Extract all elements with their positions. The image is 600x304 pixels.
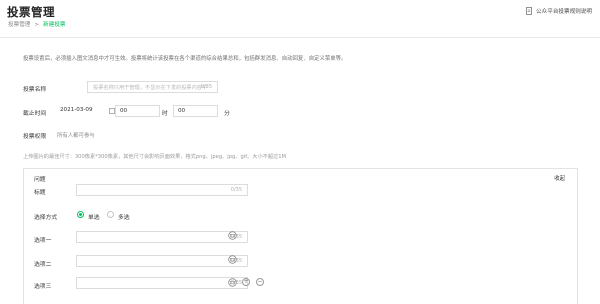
option-3-label: 选项三	[34, 284, 52, 290]
document-icon	[526, 7, 532, 15]
rules-link-label: 公众平台投票规则说明	[536, 9, 592, 15]
deadline-date-picker[interactable]: 2021-03-09	[56, 105, 115, 117]
image-upload-icon[interactable]	[228, 231, 237, 240]
breadcrumb: 投票管理 > 新建投票	[8, 20, 65, 28]
vote-name-input[interactable]: 投票名称只用于管理，不显示在下发的投票内容中 0/35	[87, 81, 218, 93]
option-1-input[interactable]: 0/35	[76, 231, 248, 243]
hour-unit: 时	[162, 111, 168, 117]
deadline-minute-value: 00	[178, 108, 186, 114]
question-panel: 问题 收起 标题 0/35 选择方式 单选 多选 选项一 0/35 选项二 0/…	[23, 168, 578, 304]
permission-value: 所有人都可参与	[57, 133, 95, 139]
multi-choice-radio[interactable]	[107, 211, 114, 218]
deadline-date-value: 2021-03-09	[60, 107, 93, 113]
minute-unit: 分	[224, 111, 230, 117]
header-divider	[0, 37, 600, 38]
deadline-hour-input[interactable]: 00	[115, 105, 160, 117]
image-upload-icon[interactable]	[228, 278, 237, 287]
question-title-counter: 0/35	[230, 187, 242, 193]
breadcrumb-current: 新建投票	[43, 22, 66, 28]
select-mode-label: 选择方式	[34, 215, 58, 221]
vote-management-page: 投票管理 投票管理 > 新建投票 公众平台投票规则说明 投票设置后，必须插入图文消息…	[0, 0, 600, 304]
single-choice-label: 单选	[88, 215, 100, 221]
upload-hint: 上传图片的最佳尺寸：300像素*300像素，其他尺寸会影响页面效果，格式png、…	[23, 154, 286, 160]
question-header-label: 问题	[34, 177, 46, 183]
option-2-label: 选项二	[34, 262, 52, 268]
permission-label: 投票权限	[23, 134, 47, 140]
question-title-input[interactable]: 0/35	[76, 184, 248, 196]
collapse-link[interactable]: 收起	[554, 174, 565, 182]
vote-name-placeholder: 投票名称只用于管理，不显示在下发的投票内容中	[93, 85, 208, 91]
question-title-label: 标题	[34, 190, 46, 196]
page-title: 投票管理	[7, 5, 55, 19]
vote-name-label: 投票名称	[23, 87, 47, 93]
breadcrumb-root[interactable]: 投票管理	[8, 22, 30, 28]
single-choice-radio[interactable]	[77, 211, 84, 218]
minus-circle-icon[interactable]: −	[256, 278, 264, 286]
deadline-hour-value: 00	[120, 108, 128, 114]
image-upload-icon[interactable]	[228, 255, 237, 264]
breadcrumb-separator: >	[34, 22, 40, 28]
option-2-input[interactable]: 0/35	[76, 255, 248, 267]
option-3-input[interactable]: 0/35	[76, 277, 248, 289]
plus-circle-icon[interactable]: +	[242, 278, 250, 286]
notice-text: 投票设置后，必须插入图文消息中才可生效。投票将统计该投票在各个渠道的综合结果总和…	[23, 56, 347, 62]
deadline-label: 截止时间	[23, 111, 47, 117]
multi-choice-label: 多选	[118, 215, 130, 221]
deadline-minute-input[interactable]: 00	[173, 105, 218, 117]
vote-name-counter: 0/35	[200, 84, 212, 90]
option-1-label: 选项一	[34, 238, 52, 244]
rules-link[interactable]: 公众平台投票规则说明	[525, 7, 592, 15]
